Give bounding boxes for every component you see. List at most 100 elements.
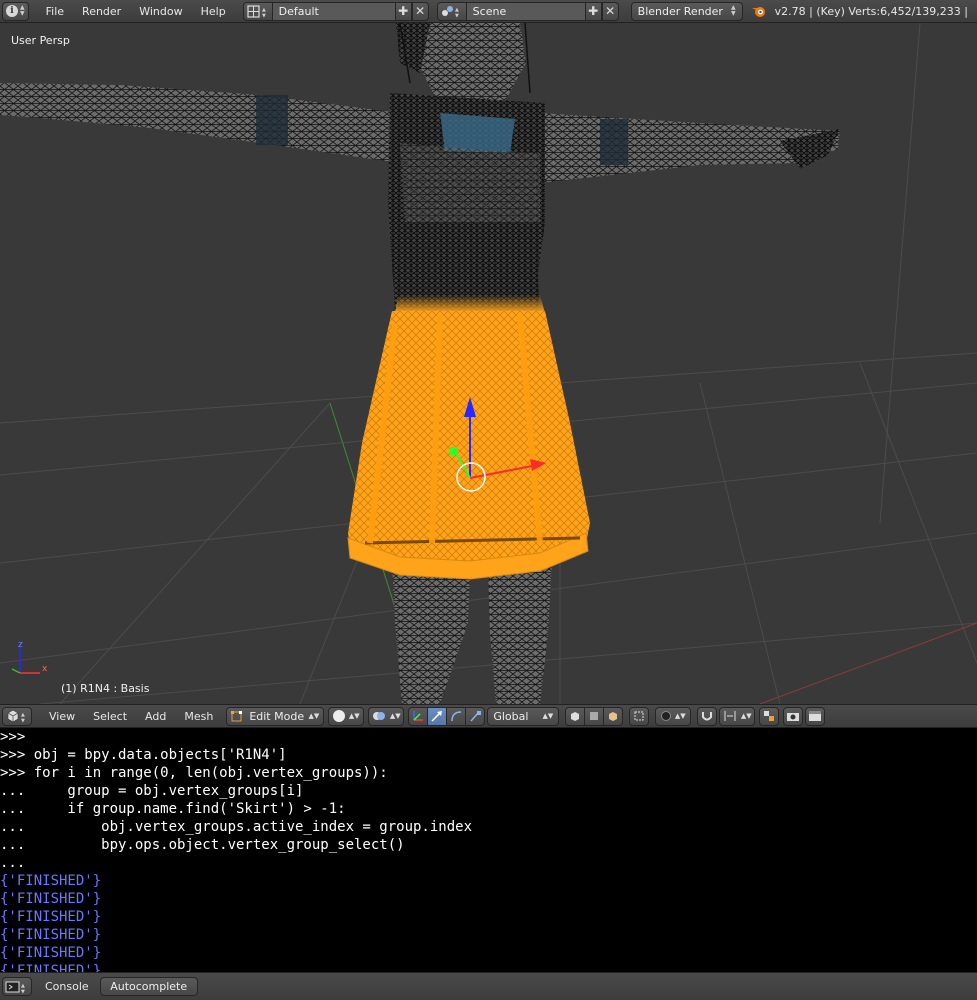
viewport-shading-button[interactable]: ▲▼	[328, 706, 365, 726]
mode-select[interactable]: Edit Mode ▲▼	[226, 706, 325, 726]
snap-toggle[interactable]	[697, 706, 718, 726]
x-axis-line	[759, 622, 977, 704]
manipulator-buttons	[408, 706, 486, 726]
svg-text:▼: ▼	[21, 718, 25, 723]
chevron-updown-icon: ▲▼	[731, 4, 736, 17]
menu-console[interactable]: Console	[36, 980, 98, 993]
svg-text:▼: ▼	[455, 13, 459, 18]
view-perspective-label: User Persp	[11, 34, 70, 47]
stats-text: v2.78 | (Key) Verts:6,452/139,233 |	[774, 4, 968, 18]
limit-selection-toggle[interactable]	[629, 706, 650, 726]
console-line: ... group = obj.vertex_groups[i]	[0, 783, 304, 799]
menu-add[interactable]: Add	[136, 710, 175, 723]
mode-label: Edit Mode	[249, 709, 305, 723]
snap-element-button[interactable]: ▲▼	[719, 706, 756, 726]
autocomplete-button[interactable]: Autocomplete	[99, 977, 198, 996]
scene-name-field[interactable]: Scene	[466, 1, 585, 21]
info-header: i ▲ ▼ File Render Window Help ▲ ▼ Default …	[0, 0, 977, 23]
remove-layout-button[interactable]: ✕	[411, 1, 429, 21]
rotate-toggle[interactable]	[446, 706, 467, 726]
chevron-updown-icon: ▲▼	[308, 712, 320, 720]
layout-name-field[interactable]: Default	[272, 1, 395, 21]
console-line: >>> for i in range(0, len(obj.vertex_gro…	[0, 765, 388, 781]
menu-select[interactable]: Select	[84, 710, 136, 723]
menu-mesh[interactable]: Mesh	[175, 710, 222, 723]
viewport-canvas	[0, 23, 977, 704]
snap-increment-icon	[724, 711, 736, 721]
console-line: ... obj.vertex_groups.active_index = gro…	[0, 819, 473, 835]
axis-x-label: x	[42, 664, 48, 674]
magnet-icon	[702, 712, 713, 721]
scene-icon: ▲▼	[441, 5, 459, 18]
chevron-updown-icon: ▲▼	[389, 712, 401, 720]
menu-help[interactable]: Help	[192, 5, 235, 18]
manipulator-toggle[interactable]	[408, 706, 429, 726]
occlude-geometry-icon	[634, 711, 644, 721]
menu-render[interactable]: Render	[73, 5, 130, 18]
scene-stats: v2.78 | (Key) Verts:6,452/139,233 |	[751, 4, 968, 18]
translate-toggle[interactable]	[427, 706, 448, 726]
render-opengl-button[interactable]	[783, 706, 804, 726]
render-animation-button[interactable]	[805, 706, 826, 726]
console-output-line: {'FINISHED'}	[0, 891, 102, 907]
translate-arrow-icon	[431, 711, 443, 722]
scale-icon	[470, 711, 482, 722]
pivot-point-button[interactable]: ▲▼	[368, 706, 405, 726]
console-line: ...	[0, 855, 26, 871]
console-header: ▲ ▼ Console Autocomplete	[0, 972, 977, 1000]
console-line: ... if group.name.find('Skirt') > -1:	[0, 801, 346, 817]
console-output-line: {'FINISHED'}	[0, 945, 102, 961]
3d-view-header: ▲ ▼ View Select Add Mesh Edit Mode ▲▼ ▲▼ …	[0, 704, 977, 728]
proportional-editing-button[interactable]: ▲▼	[655, 706, 692, 726]
scene-button[interactable]: ▲ ▼	[436, 1, 467, 21]
add-scene-button[interactable]: ✚	[584, 1, 602, 21]
orientation-label: Global	[493, 709, 529, 723]
menu-file[interactable]: File	[37, 5, 73, 18]
select-mode-buttons	[565, 706, 624, 726]
editor-type-button[interactable]: ▲ ▼	[2, 977, 32, 996]
render-engine-select[interactable]: Blender Render ▲ ▼	[630, 1, 743, 21]
active-object-label: (1) R1N4 : Basis	[61, 682, 150, 695]
console-line: >>>	[0, 729, 26, 745]
rotate-arc-icon	[451, 711, 462, 722]
pivot-icon	[372, 712, 385, 720]
uv-select-toggle[interactable]	[759, 706, 780, 726]
console-icon: ▲▼	[5, 981, 25, 994]
face-select-toggle[interactable]	[603, 706, 624, 726]
face-select-icon	[609, 712, 618, 721]
chevron-updown-icon: ▲▼	[348, 712, 360, 720]
screen-layout-button[interactable]: ▲ ▼	[242, 1, 273, 21]
add-layout-button[interactable]: ✚	[394, 1, 412, 21]
editor-type-button[interactable]: i ▲ ▼	[2, 1, 29, 21]
console-output-line: {'FINISHED'}	[0, 963, 102, 972]
svg-text:▼: ▼	[262, 13, 266, 18]
remove-scene-button[interactable]: ✕	[601, 1, 619, 21]
chevron-updown-icon: ▲▼	[740, 712, 752, 720]
proportional-icon	[660, 711, 671, 721]
console-output-line: {'FINISHED'}	[0, 909, 102, 925]
console-output-line: {'FINISHED'}	[0, 873, 102, 889]
render-engine-label: Blender Render	[637, 4, 723, 18]
edge-select-toggle[interactable]	[584, 706, 605, 726]
chevron-updown-icon: ▲▼	[542, 712, 554, 720]
editor-type-button[interactable]: ▲ ▼	[2, 706, 32, 726]
camera-icon	[787, 713, 800, 721]
console-output-line: {'FINISHED'}	[0, 927, 102, 943]
chevron-updown-icon: ▲▼	[20, 4, 25, 17]
menu-view[interactable]: View	[40, 710, 84, 723]
3d-viewport[interactable]: User Persp z x (1) R1N4 : Basis	[0, 23, 977, 704]
info-icon: i	[6, 5, 18, 17]
edge-select-icon	[590, 712, 599, 720]
vertex-select-toggle[interactable]	[565, 706, 586, 726]
edit-mode-icon	[231, 711, 243, 722]
console-line: >>> obj = bpy.data.objects['R1N4']	[0, 747, 287, 763]
python-console[interactable]: >>> >>> obj = bpy.data.objects['R1N4'] >…	[0, 728, 977, 972]
uv-sync-icon	[764, 711, 775, 721]
scale-toggle[interactable]	[465, 706, 486, 726]
console-line: ... bpy.ops.object.vertex_group_select()	[0, 837, 405, 853]
solid-shading-icon	[332, 710, 345, 722]
transform-orientation-select[interactable]: Global ▲▼	[487, 706, 560, 726]
layout-grid-icon: ▲▼	[247, 4, 266, 18]
vertex-select-icon	[571, 712, 580, 721]
menu-window[interactable]: Window	[130, 5, 191, 18]
